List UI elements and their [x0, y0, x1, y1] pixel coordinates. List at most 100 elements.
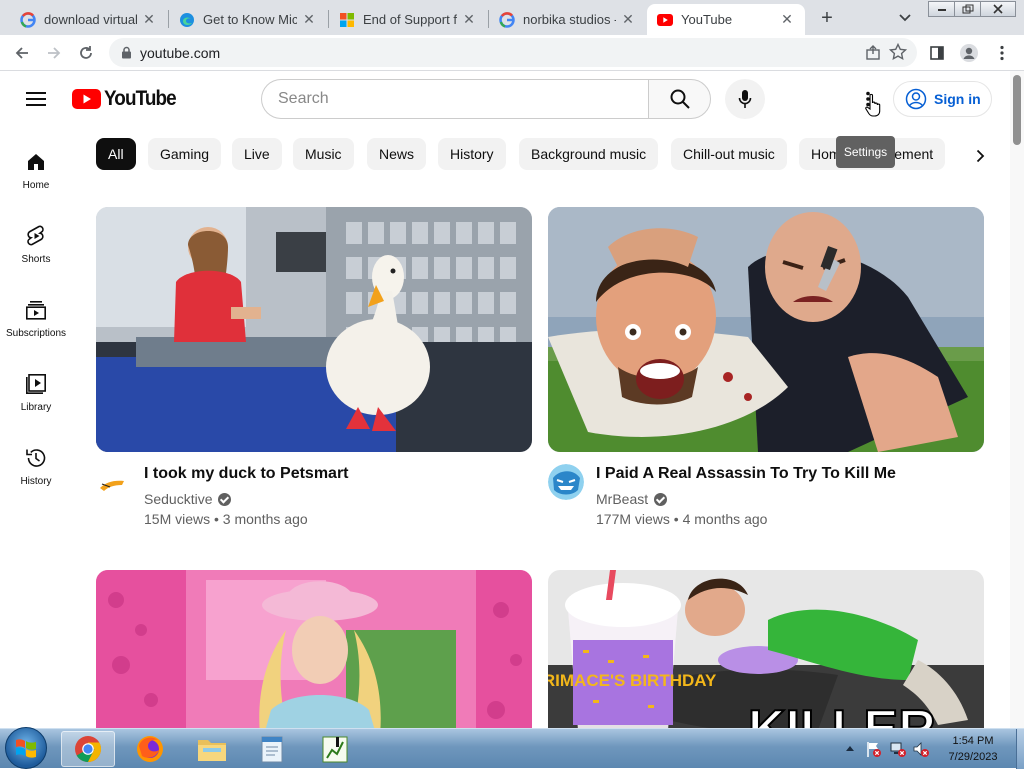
firefox-icon [137, 736, 163, 762]
search-button[interactable] [648, 79, 711, 119]
show-hidden-icons-arrow[interactable] [845, 743, 855, 753]
close-window-icon[interactable] [980, 1, 1016, 17]
url-text: youtube.com [140, 44, 221, 61]
action-center-flag-icon[interactable] [865, 740, 883, 763]
browser-tab[interactable]: End of Support for Windows 7 ✕ [329, 4, 487, 35]
folder-icon [198, 740, 226, 761]
guide-item-label: Library [20, 402, 52, 413]
video-thumbnail[interactable] [548, 207, 984, 452]
shorts-icon [24, 224, 48, 248]
close-tab-icon[interactable]: ✕ [779, 11, 795, 28]
new-tab-icon[interactable]: + [815, 6, 839, 30]
start-button[interactable] [5, 727, 47, 769]
chart-app-icon [322, 736, 348, 763]
forward-arrow-icon[interactable] [42, 41, 66, 65]
sign-in-button[interactable]: Sign in [893, 81, 992, 117]
youtube-logo-icon [72, 89, 101, 109]
guide-item-library[interactable]: Library [0, 372, 72, 413]
youtube-icon [657, 12, 673, 28]
minimize-window-icon[interactable] [928, 1, 955, 17]
chevron-right-icon[interactable] [970, 146, 990, 166]
guide-item-label: Shorts [21, 254, 51, 265]
browser-tab[interactable]: norbika studios - ✕ [489, 4, 646, 35]
google-icon [20, 11, 36, 28]
channel-avatar[interactable] [548, 464, 584, 500]
history-icon [24, 446, 48, 470]
channel-name[interactable]: MrBeast [596, 491, 668, 507]
address-bar[interactable]: youtube.com [109, 38, 917, 67]
close-tab-icon[interactable]: ✕ [461, 11, 477, 28]
account-circle-icon [905, 88, 927, 110]
chip-live[interactable]: Live [232, 138, 282, 170]
taskbar-explorer-button[interactable] [185, 731, 239, 767]
clock-date: 7/29/2023 [948, 751, 998, 763]
reload-icon[interactable] [74, 41, 98, 65]
guide-item-shorts[interactable]: Shorts [0, 224, 72, 265]
logo-text: YouTube [104, 87, 177, 110]
profile-icon[interactable] [957, 41, 981, 65]
close-tab-icon[interactable]: ✕ [620, 11, 636, 28]
browser-tab[interactable]: Get to Know Microsoft Edge ✕ [169, 4, 327, 35]
bookmark-star-icon[interactable] [889, 43, 907, 61]
page-scrollbar[interactable] [1010, 71, 1024, 728]
video-title[interactable]: I Paid A Real Assassin To Try To Kill Me [596, 465, 896, 483]
hamburger-menu-icon[interactable] [24, 87, 48, 111]
clock-time: 1:54 PM [952, 735, 994, 747]
guide-item-label: Subscriptions [5, 328, 67, 339]
scrollbar-thumb[interactable] [1013, 75, 1021, 145]
volume-muted-icon[interactable] [912, 740, 930, 763]
close-tab-icon[interactable]: ✕ [141, 11, 157, 28]
video-title[interactable]: I took my duck to Petsmart [144, 465, 349, 483]
guide-item-history[interactable]: History [0, 446, 72, 487]
share-icon[interactable] [865, 44, 882, 61]
tab-title: End of Support for Windows 7 [363, 12, 457, 27]
voice-search-button[interactable] [725, 79, 765, 119]
browser-menu-icon[interactable] [990, 41, 1014, 65]
taskbar-document-button[interactable] [245, 731, 299, 767]
taskbar-chart-app-button[interactable] [308, 731, 362, 767]
subscriptions-icon [24, 298, 48, 322]
video-metadata: 177M views • 4 months ago [596, 511, 768, 527]
channel-avatar[interactable] [96, 464, 132, 500]
guide-item-subscriptions[interactable]: Subscriptions [0, 298, 72, 339]
notepad-icon [261, 736, 283, 763]
youtube-logo[interactable]: YouTube [72, 87, 184, 111]
back-arrow-icon[interactable] [10, 41, 34, 65]
chip-background-music[interactable]: Background music [519, 138, 659, 170]
tab-title: Get to Know Microsoft Edge [203, 12, 297, 27]
guide-item-home[interactable]: Home [0, 150, 72, 191]
video-metadata: 15M views • 3 months ago [144, 511, 308, 527]
chip-news[interactable]: News [367, 138, 427, 170]
taskbar-firefox-button[interactable] [123, 731, 177, 767]
video-thumbnail[interactable] [96, 207, 532, 452]
chip-all[interactable]: All [96, 138, 136, 170]
settings-tooltip: Settings [836, 136, 895, 168]
edge-icon [179, 12, 195, 28]
network-icon[interactable] [889, 740, 907, 763]
side-panel-icon[interactable] [925, 41, 949, 65]
browser-tab[interactable]: download virtualbox ✕ [10, 4, 167, 35]
show-desktop-button[interactable] [1016, 729, 1024, 769]
browser-tab-active[interactable]: YouTube ✕ [647, 4, 805, 35]
close-tab-icon[interactable]: ✕ [301, 11, 317, 28]
chip-music[interactable]: Music [293, 138, 354, 170]
video-thumbnail[interactable] [96, 570, 532, 745]
channel-name[interactable]: Seducktive [144, 491, 232, 507]
guide-item-label: Home [22, 180, 50, 191]
taskbar-chrome-button[interactable] [61, 731, 115, 767]
restore-window-icon[interactable] [954, 1, 981, 17]
microsoft-icon [339, 12, 355, 28]
chevron-down-icon[interactable] [893, 6, 917, 30]
verified-check-icon [654, 492, 668, 506]
windows-taskbar: 1:54 PM 7/29/2023 [0, 727, 1024, 769]
windows-logo-icon [16, 739, 36, 758]
channel-name-text: Seducktive [144, 491, 213, 507]
lock-icon[interactable] [121, 46, 132, 59]
chip-gaming[interactable]: Gaming [148, 138, 222, 170]
chip-chill-out-music[interactable]: Chill-out music [671, 138, 787, 170]
chip-history[interactable]: History [438, 138, 506, 170]
thumbnail-text: GRIMACE'S BIRTHDAY [548, 671, 717, 690]
system-clock[interactable]: 1:54 PM 7/29/2023 [934, 733, 1012, 765]
video-thumbnail[interactable]: GRIMACE'S BIRTHDAY KILLER [548, 570, 984, 745]
search-input[interactable]: Search [261, 79, 649, 119]
